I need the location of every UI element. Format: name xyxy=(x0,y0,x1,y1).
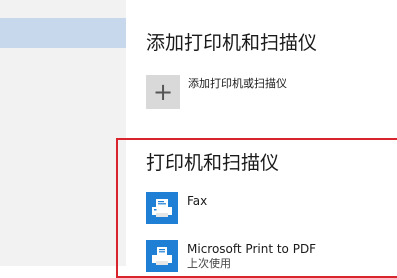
printer-item-fax[interactable]: Fax xyxy=(146,192,207,224)
pdf-printer-icon xyxy=(146,240,178,272)
fax-printer-icon xyxy=(146,192,178,224)
add-printer-button[interactable]: + 添加打印机或扫描仪 xyxy=(146,75,287,109)
add-printer-label: 添加打印机或扫描仪 xyxy=(188,77,287,90)
printer-name: Fax xyxy=(187,194,208,208)
plus-icon: + xyxy=(146,75,180,109)
printer-name: Microsoft Print to PDF xyxy=(187,242,317,256)
sidebar-item-selected[interactable] xyxy=(0,18,126,48)
printers-scanners-heading: 打印机和扫描仪 xyxy=(146,152,280,174)
add-printers-heading: 添加打印机和扫描仪 xyxy=(146,32,318,54)
main-content: 添加打印机和扫描仪 + 添加打印机或扫描仪 xyxy=(126,0,397,266)
settings-sidebar xyxy=(0,0,126,266)
printer-status: 上次使用 xyxy=(187,257,231,270)
printer-item-microsoft-print-to-pdf[interactable]: Microsoft Print to PDF 上次使用 xyxy=(146,240,316,272)
